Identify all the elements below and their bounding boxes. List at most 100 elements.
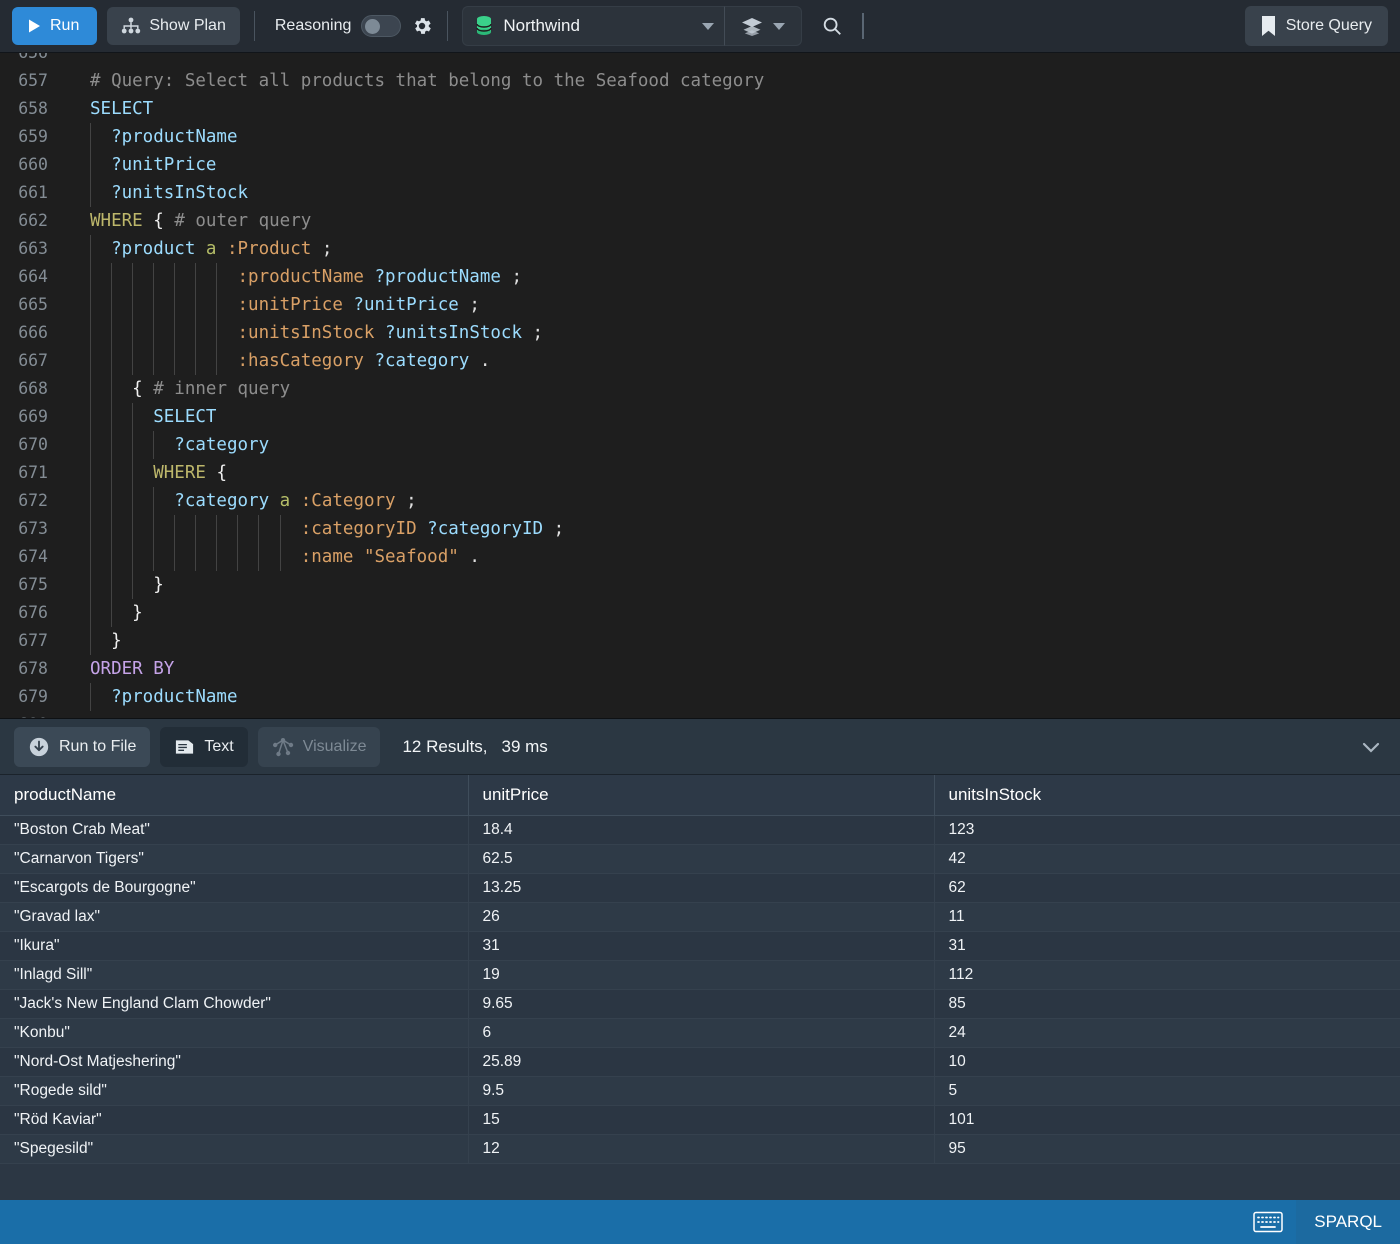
language-mode-button[interactable]: SPARQL [1296,1200,1400,1244]
code-line[interactable]: 679 ?productName [0,683,1400,711]
show-plan-button[interactable]: Show Plan [107,7,240,45]
code-token: :hasCategory [90,351,364,371]
table-row[interactable]: "Konbu" 6 24 [0,1018,1400,1048]
code-line[interactable]: 660 ?unitPrice [0,151,1400,179]
table-row[interactable]: "Rogede sild" 9.5 5 [0,1076,1400,1106]
cell-unitsInStock: 85 [934,989,1400,1019]
cell-unitPrice: 31 [468,931,935,961]
cell-unitPrice: 25.89 [468,1047,935,1077]
code-line[interactable]: 656 [0,53,1400,67]
code-line[interactable]: 680 [0,711,1400,718]
code-line[interactable]: 667 :hasCategory ?category . [0,347,1400,375]
table-row[interactable]: "Nord-Ost Matjeshering" 25.89 10 [0,1047,1400,1077]
cell-unitsInStock: 42 [934,844,1400,874]
code-token: { [153,211,164,231]
code-line[interactable]: 666 :unitsInStock ?unitsInStock ; [0,319,1400,347]
code-line[interactable]: 676 } [0,599,1400,627]
code-token: ; [511,267,523,287]
code-line[interactable]: 665 :unitPrice ?unitPrice ; [0,291,1400,319]
run-button[interactable]: Run [12,7,98,45]
document-icon [174,737,195,757]
code-line[interactable]: 672 ?category a :Category ; [0,487,1400,515]
code-line[interactable]: 674 :name "Seafood" . [0,543,1400,571]
table-row[interactable]: "Ikura" 31 31 [0,931,1400,961]
chevron-down-icon[interactable] [1356,732,1386,762]
code-text: } [62,627,122,655]
cell-unitPrice: 12 [468,1134,935,1164]
table-row[interactable]: "Escargots de Bourgogne" 13.25 62 [0,873,1400,903]
code-token: ; [406,491,417,511]
line-number: 657 [18,71,48,90]
table-row[interactable]: "Carnarvon Tigers" 62.5 42 [0,844,1400,874]
code-line[interactable]: 671 WHERE { [0,459,1400,487]
table-row[interactable]: "Inlagd Sill" 19 112 [0,960,1400,990]
line-number: 660 [18,155,48,174]
table-row[interactable]: "Boston Crab Meat" 18.4 123 [0,815,1400,845]
table-row[interactable]: "Röd Kaviar" 15 101 [0,1105,1400,1135]
result-count: 12 Results, [402,736,488,756]
code-line[interactable]: 678 ORDER BY [0,655,1400,683]
code-line[interactable]: 661 ?unitsInStock [0,179,1400,207]
results-table[interactable]: productName unitPrice unitsInStock "Bost… [0,775,1400,1200]
line-number: 680 [0,711,62,718]
code-line[interactable]: 675 } [0,571,1400,599]
cell-unitsInStock: 101 [934,1105,1400,1135]
store-query-button[interactable]: Store Query [1244,6,1388,46]
cell-unitPrice: 15 [468,1105,935,1135]
code-token: a [205,239,217,259]
code-line[interactable]: 662 WHERE { # outer query [0,207,1400,235]
code-line[interactable]: 668 { # inner query [0,375,1400,403]
database-selector[interactable]: Northwind [462,6,725,46]
code-token: :productName [90,267,364,287]
line-number: 656 [0,53,62,67]
plan-tree-icon [121,17,141,35]
query-editor[interactable]: 656 657 # Query: Select all products that … [0,53,1400,719]
code-line[interactable]: 658 SELECT [0,95,1400,123]
code-content[interactable]: 656 657 # Query: Select all products that … [0,53,1400,718]
code-line[interactable]: 664 :productName ?productName ; [0,263,1400,291]
column-header-unitsInStock[interactable]: unitsInStock [934,775,1400,816]
cell-unitsInStock: 123 [934,815,1400,845]
code-token: ?productName [374,267,501,287]
code-line[interactable]: 669 SELECT [0,403,1400,431]
code-token: :unitsInStock [90,323,375,343]
code-line[interactable]: 670 ?category [0,431,1400,459]
results-toolbar: Run to File Text Visualize 12 Results, 3… [0,719,1400,775]
layers-selector[interactable] [724,6,803,46]
cell-productName: "Spegesild" [0,1134,469,1164]
code-line[interactable]: 677 } [0,627,1400,655]
cell-unitsInStock: 5 [934,1076,1400,1106]
table-row[interactable]: "Spegesild" 12 95 [0,1134,1400,1164]
bookmark-icon [1261,16,1276,36]
toolbar-divider-2 [447,11,449,41]
code-line[interactable]: 657 # Query: Select all products that bel… [0,67,1400,95]
keyboard-icon[interactable] [1240,1200,1296,1244]
cell-unitsInStock: 31 [934,931,1400,961]
code-token: :name [90,547,354,567]
column-header-productName[interactable]: productName [0,775,469,816]
run-to-file-button[interactable]: Run to File [14,726,151,767]
reasoning-toggle[interactable] [361,15,402,37]
search-icon[interactable] [812,6,852,46]
status-bar: SPARQL [0,1200,1400,1244]
text-view-button[interactable]: Text [160,726,248,767]
line-number: 667 [18,351,48,370]
code-token: ORDER BY [90,659,175,679]
cell-unitPrice: 13.25 [468,873,935,903]
table-row[interactable]: "Jack's New England Clam Chowder" 9.65 85 [0,989,1400,1019]
code-line[interactable]: 663 ?product a :Product ; [0,235,1400,263]
gear-icon[interactable] [411,15,433,37]
line-number: 676 [18,603,48,622]
code-token: ?categoryID [427,519,544,539]
column-header-unitPrice[interactable]: unitPrice [468,775,935,816]
table-row[interactable]: "Gravad lax" 26 11 [0,902,1400,932]
code-line[interactable]: 659 ?productName [0,123,1400,151]
code-line[interactable]: 673 :categoryID ?categoryID ; [0,515,1400,543]
visualize-button[interactable]: Visualize [257,726,381,767]
